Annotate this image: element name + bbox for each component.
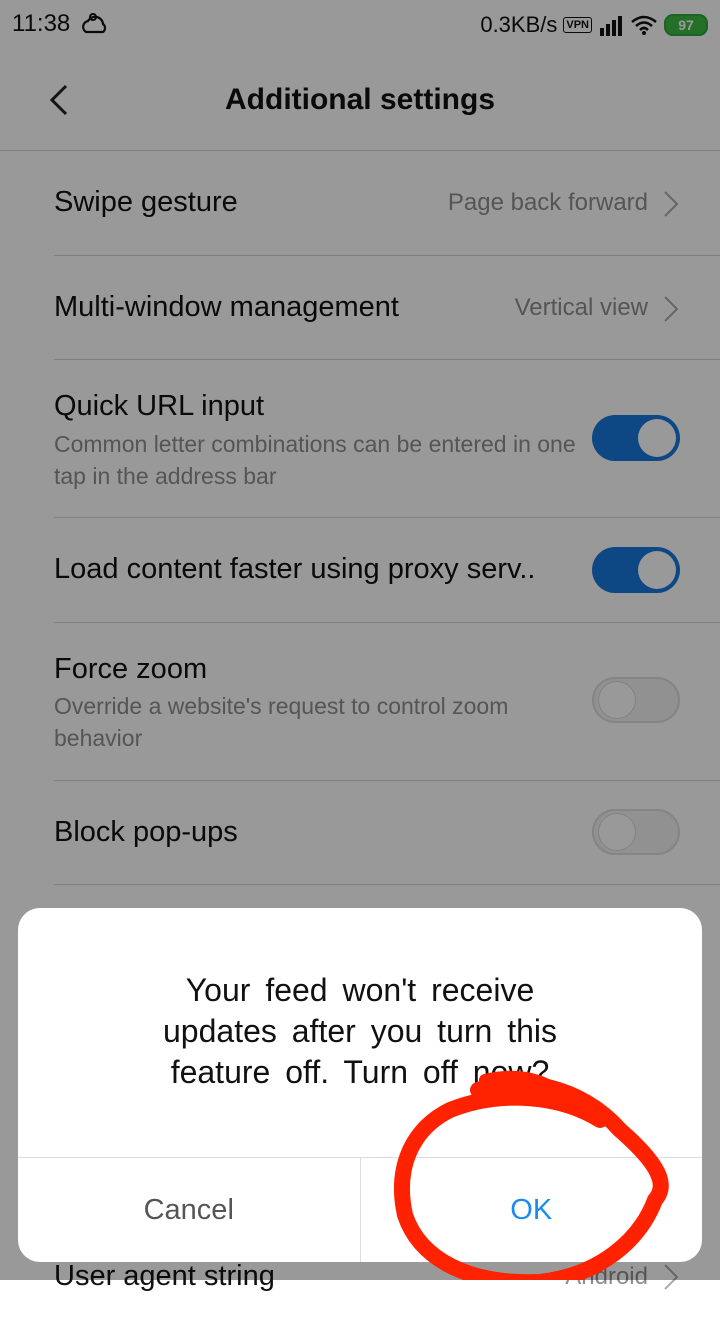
confirm-dialog: Your feed won't receive updates after yo… — [18, 908, 702, 1262]
dialog-buttons: Cancel OK — [18, 1157, 702, 1262]
cancel-button[interactable]: Cancel — [18, 1158, 361, 1262]
dialog-message: Your feed won't receive updates after yo… — [163, 972, 557, 1090]
ok-button[interactable]: OK — [361, 1158, 703, 1262]
